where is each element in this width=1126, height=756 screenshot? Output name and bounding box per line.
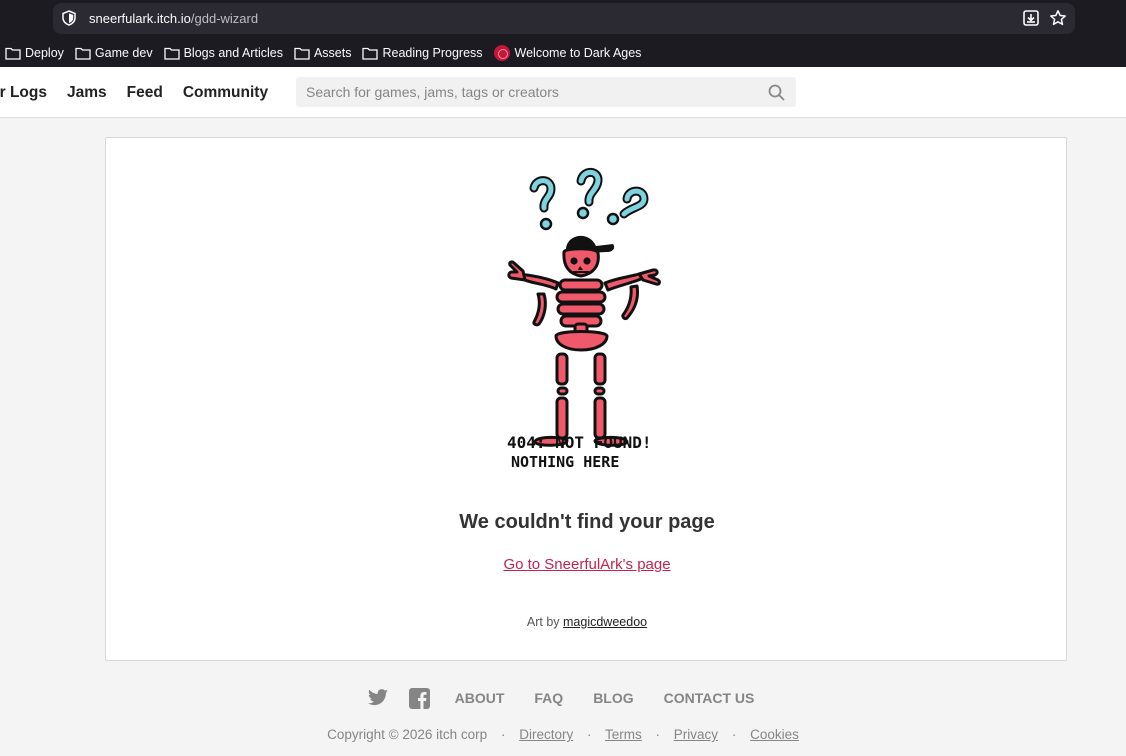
footer-contact-link[interactable]: CONTACT US [664,690,755,706]
nav-community[interactable]: Community [183,84,268,102]
credit-prefix: Art by [526,615,560,629]
footer-privacy-link[interactable]: Privacy [674,727,718,742]
nav-feed[interactable]: Feed [127,84,163,102]
footer-legal: Copyright © 2026 itch corp · Directory ·… [0,727,1126,742]
separator-dot: · [655,727,661,742]
twitter-icon[interactable] [367,689,389,707]
footer-about-link[interactable]: ABOUT [455,690,505,706]
nav-jams[interactable]: Jams [67,84,107,102]
bookmark-label: Reading Progress [382,46,483,60]
save-to-pocket-icon[interactable] [1022,9,1040,27]
copyright-text: Copyright © 2026 itch corp [327,727,488,742]
main-nav: er Logs Jams Feed Community [0,67,288,118]
bookmark-welcome-to-dark-ages[interactable]: Welcome to Dark Ages [489,41,648,65]
search-box [296,77,796,107]
bookmark-assets[interactable]: Assets [289,41,358,65]
art-caption-line2: NOTHING HERE [511,453,619,471]
bookmark-blogs-and-articles[interactable]: Blogs and Articles [159,41,289,65]
confused-skeleton-illustration: 404: NOT FOUND! NOTHING HERE [507,167,661,471]
shield-icon[interactable] [61,10,77,26]
search-input[interactable] [296,77,756,107]
bookmark-label: Deploy [25,46,64,60]
home-link-container: Go to SneerfulArk's page [106,556,1068,573]
facebook-icon[interactable] [408,687,430,709]
error-title: We couldn't find your page [459,511,715,533]
footer-directory-link[interactable]: Directory [519,727,573,742]
nav-devlogs[interactable]: er Logs [0,84,47,102]
footer-faq-link[interactable]: FAQ [534,690,563,706]
bookmark-label: Assets [313,46,352,60]
bookmark-label: Welcome to Dark Ages [514,46,642,60]
art-credit: Art by magicdweedoo [106,615,1068,629]
artist-link[interactable]: magicdweedoo [563,615,647,629]
bookmark-star-icon[interactable] [1049,9,1067,27]
folder-icon [362,47,379,60]
not-found-card: 404: NOT FOUND! NOTHING HERE We couldn't… [105,137,1067,661]
footer-blog-link[interactable]: BLOG [593,690,633,706]
bookmark-game-dev[interactable]: Game dev [70,41,159,65]
url-bar[interactable]: sneerfulark.itch.io/gdd-wizard [53,3,1075,34]
art-caption-line1: 404: NOT FOUND! [507,433,652,452]
separator-dot: · [500,727,506,742]
site-header: er Logs Jams Feed Community [0,67,1126,118]
folder-icon [75,47,91,60]
bookmark-label: Blogs and Articles [183,46,283,60]
browser-toolbar: sneerfulark.itch.io/gdd-wizard Deploy Ga… [0,0,1126,67]
creator-page-link[interactable]: Go to SneerfulArk's page [503,556,670,573]
footer-cookies-link[interactable]: Cookies [750,727,799,742]
folder-icon [163,47,180,60]
url-path: /gdd-wizard [190,11,259,26]
url-host: sneerfulark.itch.io [89,11,191,26]
footer-links: ABOUT FAQ BLOG CONTACT US [0,685,1126,711]
footer-terms-link[interactable]: Terms [605,727,642,742]
folder-icon [5,47,21,60]
site-favicon-icon [493,45,510,61]
separator-dot: · [586,727,592,742]
bookmark-label: Game dev [94,46,153,60]
folder-icon [294,47,310,60]
search-icon[interactable] [768,84,785,101]
url-text[interactable]: sneerfulark.itch.io/gdd-wizard [89,11,258,26]
bookmark-reading-progress[interactable]: Reading Progress [357,41,488,65]
separator-dot: · [731,727,737,742]
bookmark-deploy[interactable]: Deploy [0,41,70,65]
bookmarks-bar: Deploy Game dev Blogs and Articles Asset… [0,41,647,65]
